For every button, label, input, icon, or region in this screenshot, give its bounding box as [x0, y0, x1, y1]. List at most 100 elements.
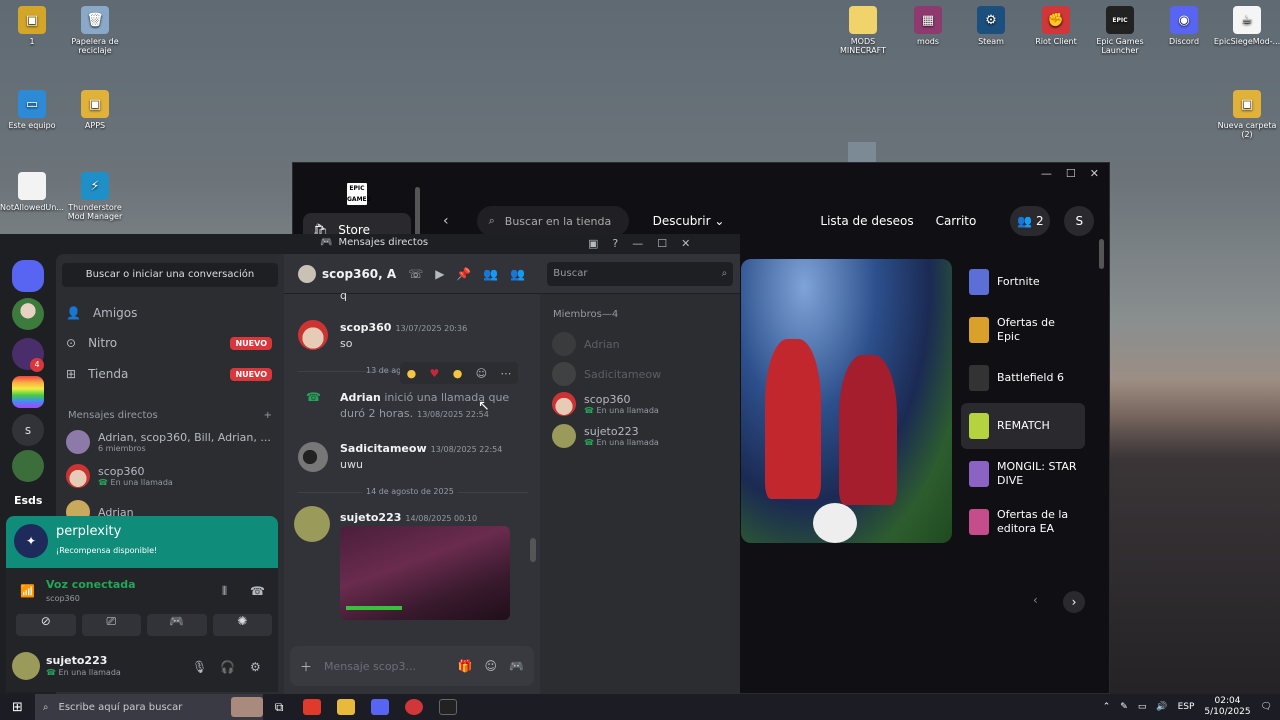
store-search-input[interactable]: ⌕ Buscar en la tienda [476, 206, 629, 236]
start-windows-icon[interactable]: ⊞ [12, 700, 23, 715]
minimize-icon[interactable]: — [632, 237, 643, 250]
server-label[interactable]: Esds [14, 494, 42, 507]
wishlist-link[interactable]: Lista de deseos [820, 214, 913, 228]
friends-button[interactable]: 👥 2 [1010, 206, 1051, 236]
epic-taskbar-icon[interactable] [439, 699, 458, 715]
nav-nitro[interactable]: ⊙ Nitro NUEVO [66, 336, 272, 350]
mic-icon[interactable]: 🎙 [192, 660, 207, 674]
server-avatar[interactable] [12, 298, 44, 330]
game-icon[interactable]: 🎮 [509, 659, 524, 673]
emoji-icon[interactable]: ☺ [485, 659, 498, 673]
game-list-item[interactable]: Battlefield 6 [961, 355, 1085, 401]
camera-off-icon[interactable]: ⊘ [16, 614, 76, 636]
pin-icon[interactable]: 📌 [456, 267, 471, 281]
discover-menu[interactable]: Descubrir ⌄ [653, 214, 725, 228]
close-icon[interactable]: ✕ [1090, 167, 1099, 180]
dm-list-item[interactable]: scop360 ☎ En una llamada [66, 464, 276, 488]
taskbar-search-input[interactable]: ⌕ Escribe aquí para buscar [34, 694, 263, 720]
more-options-icon[interactable]: ⋯ [500, 367, 511, 380]
file-explorer-icon[interactable] [337, 699, 356, 715]
desktop-icon[interactable]: ▭ Este equipo [0, 90, 67, 130]
chrome-icon[interactable] [405, 699, 424, 715]
brave-icon[interactable] [303, 699, 322, 715]
pen-icon[interactable]: ✎ [1120, 702, 1128, 712]
game-list-item[interactable]: Ofertas de Epic [961, 307, 1085, 353]
clock[interactable]: 02:04 5/10/2025 [1204, 696, 1250, 718]
find-conversation-input[interactable]: Buscar o iniciar una conversación [62, 263, 278, 287]
user-avatar[interactable] [12, 652, 40, 680]
back-arrow-icon[interactable]: ‹ [443, 213, 449, 229]
member-item[interactable]: Adrian [552, 332, 620, 356]
task-view-icon[interactable]: ⧉ [275, 700, 284, 715]
cart-link[interactable]: Carrito [936, 214, 977, 228]
next-arrow-icon[interactable]: › [1063, 591, 1085, 613]
members-list-icon[interactable]: 👥 [510, 267, 525, 281]
network-icon[interactable]: ▭ [1138, 702, 1147, 712]
game-list-item[interactable]: Fortnite [961, 259, 1085, 305]
soundboard-icon[interactable]: ✺ [212, 614, 272, 636]
author-avatar[interactable] [298, 320, 328, 350]
server-avatar[interactable] [12, 450, 44, 482]
add-reaction-icon[interactable]: ☺ [476, 367, 487, 380]
close-icon[interactable]: ✕ [681, 237, 690, 250]
gift-icon[interactable]: 🎁 [458, 659, 473, 673]
voice-status[interactable]: Voz conectada [46, 578, 136, 591]
author-avatar[interactable] [298, 442, 328, 472]
nav-friends[interactable]: 👤 Amigos [66, 306, 272, 320]
sidebar-scrollbar[interactable] [415, 187, 420, 237]
noise-icon[interactable]: ⫴ [222, 584, 227, 599]
main-scrollbar[interactable] [1099, 239, 1104, 269]
add-friend-icon[interactable]: 👥 [483, 267, 498, 281]
desktop-icon[interactable]: ⚙ Steam [956, 6, 1026, 46]
discord-taskbar-icon[interactable] [371, 699, 390, 715]
help-icon[interactable]: ? [612, 237, 618, 250]
game-list-item[interactable]: Ofertas de la editora EA [961, 499, 1085, 545]
desktop-icon[interactable]: ▣ Nueva carpeta (2) [1212, 90, 1280, 139]
desktop-icon[interactable]: ✊ Riot Client [1021, 6, 1091, 46]
desktop-icon[interactable]: ☕ EpicSiegeMod-... [1212, 6, 1280, 46]
headphones-icon[interactable]: 🎧 [220, 660, 235, 674]
video-icon[interactable]: ▶ [435, 267, 444, 281]
desktop-icon[interactable]: NotAllowedUn... [0, 172, 67, 212]
call-icon[interactable]: ☏ [408, 267, 423, 281]
chat-title[interactable]: scop360, A [322, 267, 396, 281]
member-item[interactable]: sujeto223 ☎ En una llamada [552, 424, 659, 448]
desktop-icon[interactable]: ◉ Discord [1149, 6, 1219, 46]
perplexity-promo[interactable]: ✦ perplexity ¡Recompensa disponible! [6, 516, 278, 568]
member-item[interactable]: scop360 ☎ En una llamada [552, 392, 659, 416]
desktop-icon[interactable]: ▣ 1 [0, 6, 67, 46]
featured-game-banner[interactable] [741, 259, 952, 543]
add-attachment-icon[interactable]: ＋ [300, 658, 312, 675]
user-name[interactable]: sujeto223 [46, 654, 107, 667]
author-avatar[interactable] [294, 506, 330, 542]
game-list-item[interactable]: MONGIL: STAR DIVE [961, 451, 1085, 497]
desktop-icon[interactable]: ▦ mods [893, 6, 963, 46]
chat-scrollbar[interactable] [530, 538, 536, 562]
inbox-icon[interactable]: ▣ [588, 237, 598, 250]
server-avatar[interactable] [12, 376, 44, 408]
reaction-emoji-icon[interactable]: ● [407, 367, 417, 380]
desktop-icon[interactable]: 🗑 Papelera de reciclaje [60, 6, 130, 55]
volume-icon[interactable]: 🔊 [1156, 702, 1167, 712]
settings-gear-icon[interactable]: ⚙ [250, 660, 261, 674]
member-item[interactable]: Sadicitameow [552, 362, 661, 386]
nav-store[interactable]: ⊞ Tienda NUEVO [66, 367, 272, 381]
chat-search-input[interactable]: Buscar ⌕ [547, 261, 734, 286]
desktop-icon[interactable]: MODS MINECRAFT [828, 6, 898, 55]
language-indicator[interactable]: ESP [1178, 702, 1195, 712]
desktop-icon[interactable]: EPIC Epic Games Launcher [1085, 6, 1155, 55]
add-dm-icon[interactable]: + [264, 410, 272, 421]
dm-list-item[interactable]: Adrian, scop360, Bill, Adrian, ... 6 miem… [66, 430, 276, 454]
maximize-icon[interactable]: ☐ [1066, 167, 1076, 180]
activity-icon[interactable]: 🎮 [147, 614, 207, 636]
prev-arrow-icon[interactable]: ‹ [1033, 593, 1038, 607]
game-list-item[interactable]: REMATCH [961, 403, 1085, 449]
desktop-icon[interactable]: ⚡ Thunderstore Mod Manager [60, 172, 130, 221]
profile-avatar[interactable]: S [1064, 206, 1095, 236]
minimize-icon[interactable]: — [1041, 167, 1052, 180]
disconnect-icon[interactable]: ☎ [250, 584, 265, 598]
screen-share-icon[interactable]: ⎚ [81, 614, 141, 636]
message-input[interactable]: ＋ Mensaje scop3... 🎁 ☺ 🎮 [290, 646, 534, 686]
discord-home-icon[interactable] [12, 260, 44, 292]
image-attachment[interactable] [340, 526, 510, 620]
